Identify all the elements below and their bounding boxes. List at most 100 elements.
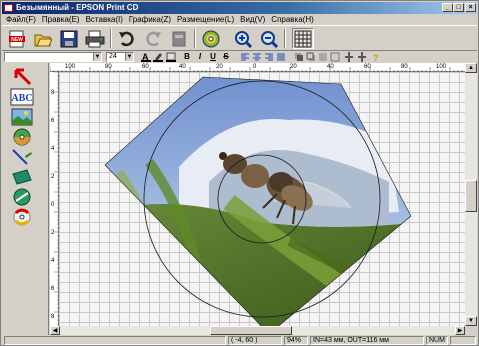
scroll-right-button[interactable]: ▶: [455, 326, 465, 335]
ruler-label: 40: [179, 64, 186, 70]
format-toolbar: ▼ 24 ▼ A B I U S ?: [2, 51, 477, 63]
justify-button[interactable]: [276, 52, 286, 62]
align-left-button[interactable]: [240, 52, 250, 62]
pen-color-button[interactable]: [153, 52, 163, 62]
menu-insert[interactable]: Вставка(I): [84, 15, 125, 24]
font-select[interactable]: ▼: [4, 52, 102, 62]
new-button[interactable]: NEW: [6, 28, 28, 49]
menu-view[interactable]: Вид(V): [238, 15, 267, 24]
ruler-label: 6: [51, 286, 55, 292]
ruler-label: 4: [51, 146, 55, 152]
app-icon: [4, 4, 13, 12]
open-button[interactable]: [32, 28, 54, 49]
save-button[interactable]: [58, 28, 80, 49]
horizontal-scroll-thumb[interactable]: [210, 326, 292, 335]
chevron-down-icon[interactable]: ▼: [125, 53, 133, 61]
ruler-label: 4: [51, 258, 55, 264]
arrange-forward-button[interactable]: [318, 52, 328, 62]
minimize-button[interactable]: _: [442, 3, 453, 12]
scroll-left-button[interactable]: ◀: [50, 326, 60, 335]
text-tool[interactable]: ABC: [9, 87, 35, 107]
menu-edit[interactable]: Правка(E): [40, 15, 82, 24]
ruler-label: 20: [216, 64, 223, 70]
font-size-select[interactable]: 24 ▼: [106, 52, 134, 62]
ruler-label: 2: [51, 230, 55, 236]
ruler-label: 20: [290, 64, 297, 70]
menu-layout[interactable]: Размещение(L): [175, 15, 236, 24]
align-right-icon: [265, 53, 273, 61]
status-coordinates: ( -4, 60 ): [228, 336, 282, 345]
status-extra: [450, 336, 476, 345]
fill-color-button[interactable]: [166, 52, 176, 62]
send-back-icon: [306, 52, 315, 61]
chevron-down-icon[interactable]: ▼: [93, 53, 101, 61]
align-center-button[interactable]: [252, 52, 262, 62]
arrange-front-button[interactable]: [294, 52, 304, 62]
print-icon: [85, 30, 105, 47]
vertical-ruler: 8 6 4 2 0 2 4 6 8: [50, 72, 59, 326]
align-right-button[interactable]: [264, 52, 274, 62]
menu-help[interactable]: Справка(H): [269, 15, 316, 24]
image-tool[interactable]: [9, 107, 35, 127]
photo-image[interactable]: [99, 72, 419, 326]
maximize-button[interactable]: □: [453, 3, 464, 12]
scroll-up-button[interactable]: ▲: [465, 63, 477, 73]
shape-tool[interactable]: [9, 167, 35, 187]
pen-icon: [153, 53, 163, 62]
ruler-label: 100: [65, 64, 76, 70]
status-zoom: 94%: [284, 336, 308, 345]
layout-icon: [172, 31, 186, 46]
cd-button[interactable]: [200, 28, 222, 49]
grid-icon: [294, 30, 312, 47]
cd-label-tool[interactable]: [9, 207, 35, 227]
redo-icon: [146, 31, 161, 46]
layout-button[interactable]: [168, 28, 190, 49]
italic-button[interactable]: I: [195, 52, 205, 62]
save-icon: [60, 30, 78, 47]
circle-tool[interactable]: [9, 187, 35, 207]
align-horizontal-button[interactable]: [344, 52, 354, 62]
open-icon: [34, 34, 52, 46]
align-vertical-button[interactable]: [357, 52, 367, 62]
print-button[interactable]: [84, 28, 106, 49]
circle-icon: [13, 188, 31, 206]
help-button[interactable]: ?: [371, 52, 381, 63]
svg-text:?: ?: [373, 53, 379, 62]
toolbar-separator: [194, 29, 196, 48]
arrange-backward-button[interactable]: [330, 52, 340, 62]
underline-button[interactable]: U: [208, 52, 218, 62]
disc-background-icon: [13, 128, 31, 146]
zoom-out-button[interactable]: [258, 28, 280, 49]
strike-button[interactable]: S: [221, 52, 231, 62]
design-canvas[interactable]: [59, 72, 465, 326]
vertical-scrollbar[interactable]: ▲ ▼: [465, 63, 477, 326]
grid-button[interactable]: [292, 28, 314, 49]
forward-icon: [319, 53, 327, 61]
select-tool[interactable]: [9, 67, 35, 87]
zoom-in-button[interactable]: [232, 28, 254, 49]
ruler-label: 40: [327, 64, 334, 70]
close-button[interactable]: ×: [465, 3, 476, 12]
arrange-back-button[interactable]: [306, 52, 316, 62]
ruler-label: 60: [142, 64, 149, 70]
cd-icon: [202, 30, 220, 47]
status-bar: ( -4, 60 ) 94% IN=43 мм, OUT=116 мм NUM: [2, 335, 477, 346]
menu-graphics[interactable]: Графика(Z): [127, 15, 173, 24]
align-v-icon: [358, 52, 366, 62]
scroll-down-button[interactable]: ▼: [465, 316, 477, 326]
background-tool[interactable]: [9, 127, 35, 147]
arrow-pointer-icon: [14, 68, 32, 86]
title-bar[interactable]: Безымянный - EPSON Print CD _ □ ×: [2, 2, 477, 14]
redo-button[interactable]: [142, 28, 164, 49]
align-left-icon: [241, 53, 249, 61]
bold-button[interactable]: B: [182, 52, 192, 62]
menu-file[interactable]: Файл(F): [4, 15, 38, 24]
vertical-scroll-thumb[interactable]: [465, 180, 477, 212]
undo-button[interactable]: [116, 28, 138, 49]
menu-bar: Файл(F) Правка(E) Вставка(I) Графика(Z) …: [2, 14, 477, 25]
ruler-label: 80: [401, 64, 408, 70]
svg-text:ABC: ABC: [11, 93, 32, 104]
text-color-button[interactable]: A: [141, 52, 151, 62]
line-tool[interactable]: [9, 147, 35, 167]
horizontal-scrollbar[interactable]: ◀ ▶: [50, 326, 465, 335]
